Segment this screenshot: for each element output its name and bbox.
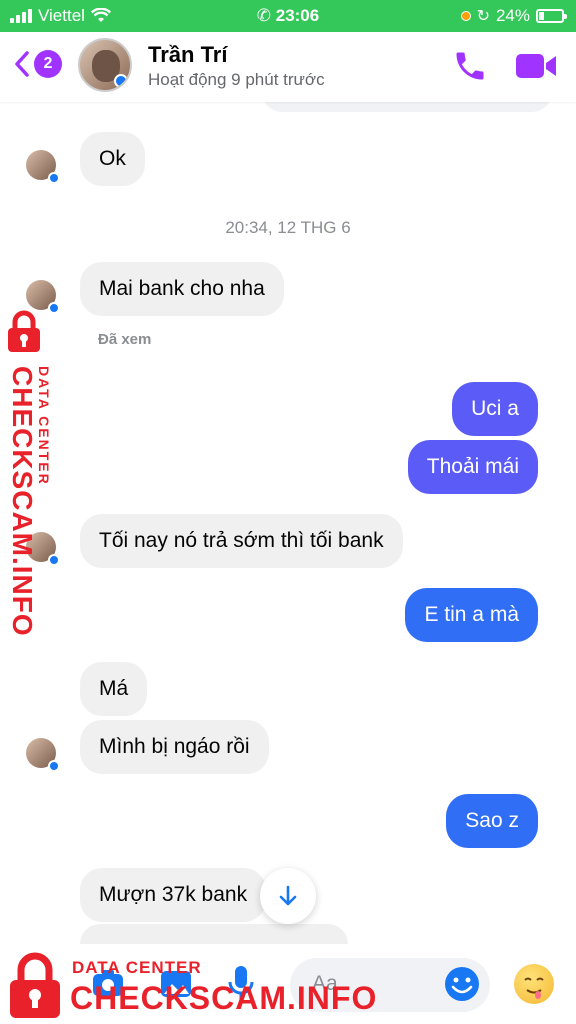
sender-avatar — [26, 150, 60, 184]
phone-icon: ✆ — [256, 6, 276, 25]
arrow-down-icon — [279, 885, 297, 906]
watermark-bottom: DATA CENTER CHECKSCAM.INFO — [0, 946, 376, 1024]
contact-status: Hoạt động 9 phút trước — [148, 70, 325, 89]
lock-icon — [10, 952, 60, 1018]
watermark-title: DATA CENTER — [72, 958, 202, 977]
message-incoming[interactable]: Ok — [80, 132, 145, 186]
message-incoming[interactable]: Mình bị ngáo rồi — [80, 720, 269, 774]
battery-percent: 24% — [495, 6, 530, 25]
watermark-site: CHECKSCAM.INFO — [7, 366, 38, 637]
status-bar: Viettel ✆ 23:06 ↻ 24% — [0, 0, 576, 32]
partial-bubble — [80, 924, 348, 944]
sender-avatar — [26, 738, 60, 772]
contact-avatar[interactable] — [78, 38, 132, 92]
message-outgoing[interactable]: Uci a — [452, 382, 538, 436]
contact-name[interactable]: Trần Trí — [148, 42, 227, 68]
partial-bubble — [262, 102, 552, 112]
clock: 23:06 — [275, 6, 320, 25]
message-outgoing[interactable]: E tin a mà — [405, 588, 538, 642]
seen-indicator: Đã xem — [98, 331, 152, 348]
video-call-icon[interactable] — [514, 50, 558, 82]
message-outgoing[interactable]: Sao z — [446, 794, 538, 848]
emoji-icon[interactable] — [444, 966, 480, 1002]
watermark-title: DATA CENTER — [36, 366, 52, 486]
message-incoming[interactable]: Má — [80, 662, 148, 716]
orange-dot-icon — [460, 11, 471, 21]
rotation-lock-icon: ↻ — [476, 8, 490, 25]
message-incoming[interactable]: Mai bank cho nha — [80, 262, 284, 316]
chat-header: 2 Trần Trí Hoạt động 9 phút trước — [0, 32, 576, 102]
lock-icon — [8, 310, 40, 352]
chevron-left-icon — [15, 51, 29, 77]
message-list[interactable]: Ok 20:34, 12 THG 6 Mai bank cho nha Đã x… — [0, 102, 576, 944]
battery-icon — [536, 9, 567, 23]
quick-reaction-emoji-icon[interactable] — [514, 964, 554, 1004]
message-outgoing[interactable]: Thoải mái — [407, 440, 538, 494]
message-incoming[interactable]: Mượn 37k bank — [80, 868, 267, 922]
watermark-site: CHECKSCAM.INFO — [70, 980, 378, 1016]
scroll-down-button[interactable] — [260, 868, 316, 924]
message-incoming[interactable]: Tối nay nó trả sớm thì tối bank — [80, 514, 403, 568]
back-button[interactable]: 2 — [12, 50, 62, 78]
phone-call-icon[interactable] — [452, 48, 488, 84]
unread-badge: 2 — [34, 50, 62, 78]
sender-avatar — [26, 280, 60, 314]
message-timestamp: 20:34, 12 THG 6 — [225, 218, 351, 237]
watermark-side: CHECKSCAM.INFO DATA CENTER — [2, 310, 62, 637]
